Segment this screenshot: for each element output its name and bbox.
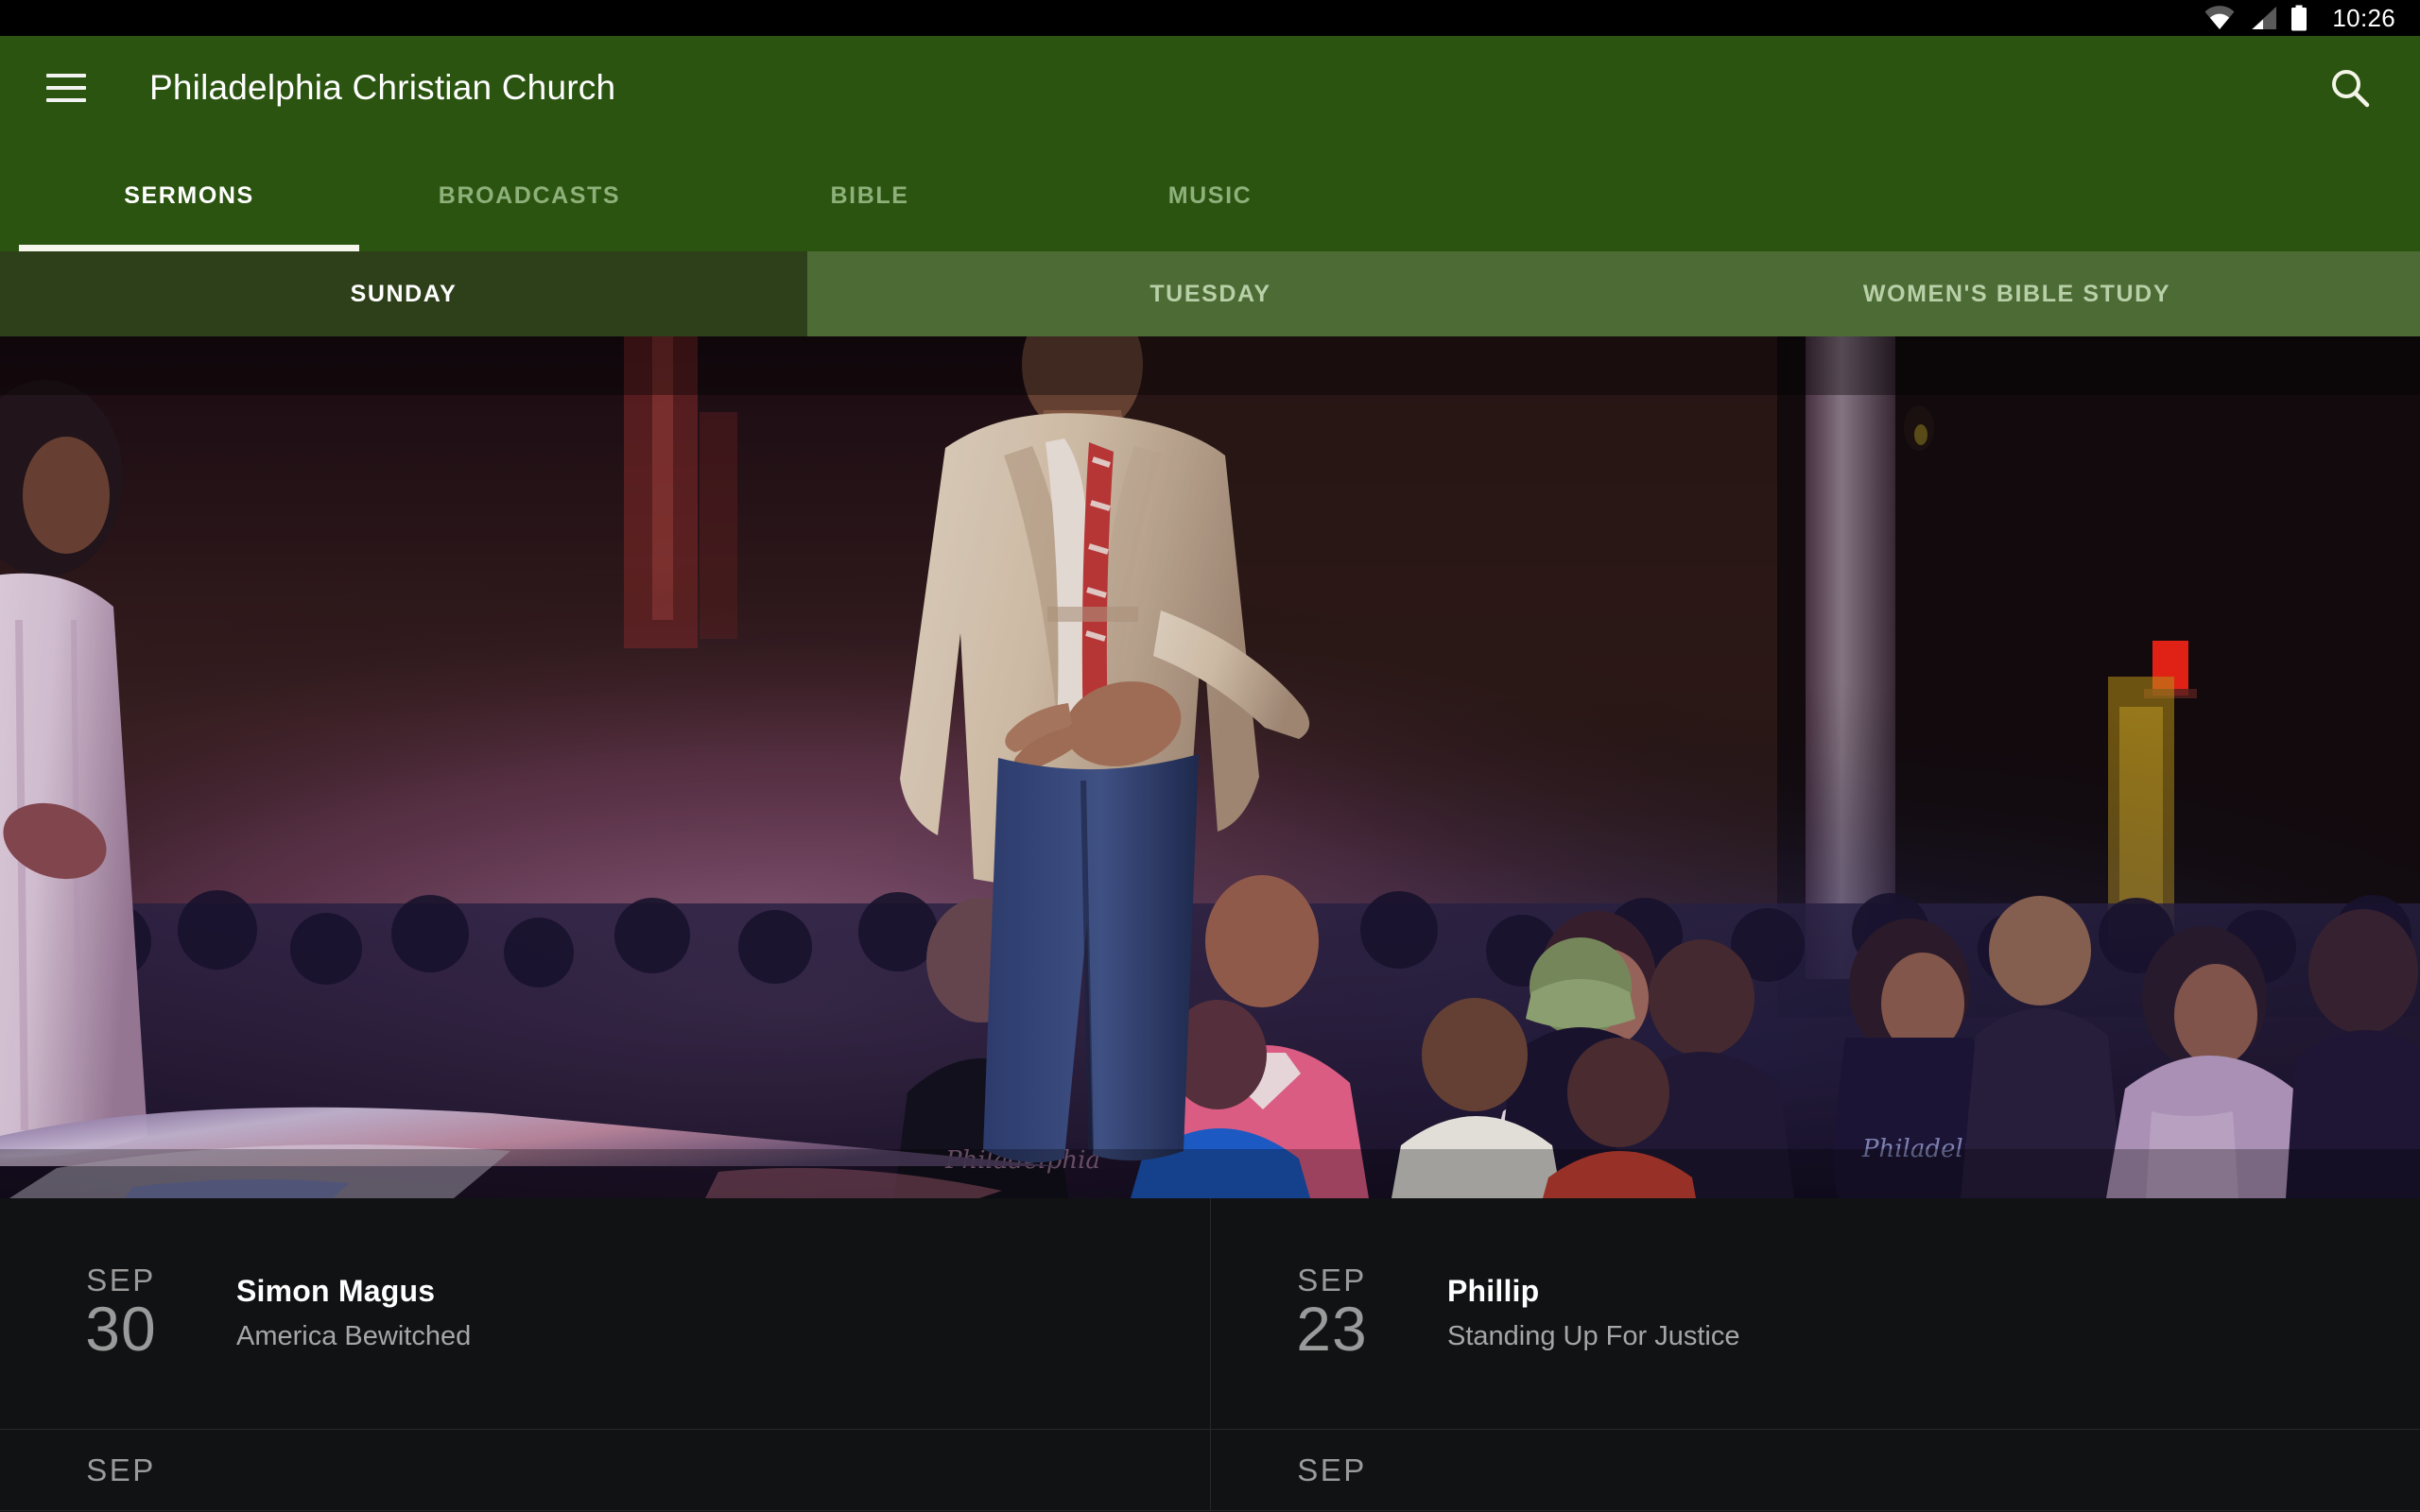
sermon-month-3: SEP	[1297, 1452, 1367, 1487]
tab-bible-label: BIBLE	[830, 181, 909, 209]
search-icon	[2332, 70, 2370, 108]
hamburger-bar-3	[46, 98, 86, 102]
tab-broadcasts[interactable]: BROADCASTS	[359, 140, 700, 251]
sermon-date-2: SEP	[68, 1454, 174, 1486]
tab-sermons[interactable]: SERMONS	[19, 140, 359, 251]
subtab-sunday-label: SUNDAY	[350, 280, 458, 307]
tab-broadcasts-label: BROADCASTS	[438, 181, 621, 209]
sermon-text-1: Phillip Standing Up For Justice	[1447, 1271, 1739, 1355]
hero-illustration: Philadelphia	[0, 336, 2420, 1198]
sermon-title-1: Phillip	[1447, 1274, 1540, 1309]
status-icon-group: 10:26	[2204, 5, 2395, 31]
sermon-month-2: SEP	[86, 1452, 156, 1487]
sermon-date-3: SEP	[1279, 1454, 1385, 1486]
search-button[interactable]	[2320, 58, 2380, 118]
cellular-signal-icon	[2252, 7, 2277, 29]
tab-bible[interactable]: BIBLE	[700, 140, 1040, 251]
table-row: SEP SEP	[0, 1430, 2420, 1511]
sermon-day-0: 30	[85, 1293, 157, 1364]
battery-icon	[2291, 5, 2308, 31]
subtab-tuesday-label: TUESDAY	[1150, 280, 1271, 307]
subtab-sunday[interactable]: SUNDAY	[0, 251, 807, 336]
sermon-subtitle-0: America Bewitched	[236, 1320, 472, 1351]
sermon-day-1: 23	[1296, 1293, 1368, 1364]
hero-image[interactable]: Philadelphia	[0, 336, 2420, 1198]
subtab-tuesday[interactable]: TUESDAY	[807, 251, 1614, 336]
status-time: 10:26	[2332, 4, 2395, 32]
sermon-text-0: Simon Magus America Bewitched	[236, 1271, 471, 1355]
tab-music-label: MUSIC	[1167, 181, 1253, 209]
sermon-date-1: SEP 23	[1279, 1264, 1385, 1363]
primary-tab-bar: SERMONS BROADCASTS BIBLE MUSIC	[0, 140, 2420, 251]
page-title: Philadelphia Christian Church	[149, 68, 616, 107]
tab-music[interactable]: MUSIC	[1040, 140, 1380, 251]
app-bar: Philadelphia Christian Church SERMONS BR…	[0, 36, 2420, 251]
sermon-list: SEP 30 Simon Magus America Bewitched SEP…	[0, 1198, 2420, 1512]
secondary-tab-bar: SUNDAY TUESDAY WOMEN'S BIBLE STUDY	[0, 251, 2420, 336]
list-item-sermon-0[interactable]: SEP 30 Simon Magus America Bewitched	[0, 1198, 1210, 1429]
app-bar-top-row: Philadelphia Christian Church	[0, 36, 2420, 140]
hamburger-bar-1	[46, 74, 86, 77]
hamburger-menu-icon[interactable]	[46, 74, 86, 102]
list-item-sermon-1[interactable]: SEP 23 Phillip Standing Up For Justice	[1210, 1198, 2420, 1429]
table-row: SEP 30 Simon Magus America Bewitched SEP…	[0, 1198, 2420, 1430]
list-item-sermon-2[interactable]: SEP	[0, 1430, 1210, 1510]
tab-sermons-label: SERMONS	[124, 181, 254, 209]
subtab-womens-bible-study-label: WOMEN'S BIBLE STUDY	[1862, 280, 2171, 307]
subtab-womens-bible-study[interactable]: WOMEN'S BIBLE STUDY	[1614, 251, 2420, 336]
sermon-subtitle-1: Standing Up For Justice	[1447, 1320, 1740, 1351]
sermon-date-0: SEP 30	[68, 1264, 174, 1363]
sermon-title-0: Simon Magus	[236, 1274, 436, 1309]
hamburger-bar-2	[46, 86, 86, 90]
list-item-sermon-3[interactable]: SEP	[1210, 1430, 2420, 1510]
status-bar: 10:26	[0, 0, 2420, 36]
wifi-icon	[2204, 6, 2235, 30]
sermon-month-1: SEP	[1297, 1262, 1367, 1297]
sermon-month-0: SEP	[86, 1262, 156, 1297]
